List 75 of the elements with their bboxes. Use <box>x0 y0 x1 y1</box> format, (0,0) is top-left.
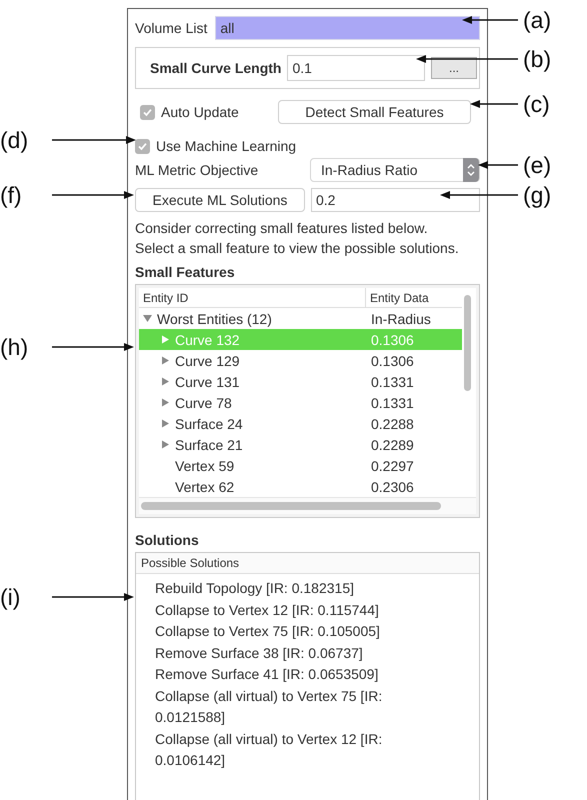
field-label: Small Curve Length <box>150 60 282 76</box>
tree-row[interactable]: Curve 78 0.1331 <box>139 392 462 414</box>
curve-length-field[interactable]: 0.1 <box>287 55 425 81</box>
checkbox[interactable] <box>140 104 155 120</box>
solution-item[interactable]: Collapse to Vertex 12 [IR: 0.115744] <box>155 600 429 621</box>
entity-data: In-Radius <box>371 310 431 327</box>
annotation-label: (e) <box>523 152 552 178</box>
arrow <box>478 161 518 169</box>
solution-item[interactable]: Collapse (all virtual) to Vertex 12 [IR: 0.0106142] <box>155 728 429 772</box>
checkbox-label: Auto Update <box>161 104 239 120</box>
entity-data: 0.2288 <box>371 416 414 432</box>
scrollbar[interactable] <box>141 502 441 510</box>
metric-dropdown[interactable]: In-Radius Ratio <box>310 158 480 182</box>
section-title: Small Features <box>135 263 236 282</box>
entity-data: 0.1306 <box>371 352 414 369</box>
checkbox-label: Use Machine Learning <box>156 138 296 154</box>
threshold-field[interactable]: 0.2 <box>311 188 480 212</box>
annotation-label: (c) <box>523 91 550 117</box>
annotation-label: (b) <box>523 46 552 72</box>
arrow <box>462 16 518 24</box>
checkbox[interactable] <box>135 138 150 154</box>
entity-id: Curve 129 <box>175 352 240 369</box>
volume-list-field[interactable]: all <box>215 16 480 40</box>
entity-data: 0.1331 <box>371 374 414 390</box>
scrollbar[interactable] <box>464 295 471 391</box>
entity-id: Curve 131 <box>175 374 240 390</box>
tree-row[interactable]: Vertex 62 0.2306 <box>139 476 462 497</box>
entity-id: Curve 132 <box>175 332 240 348</box>
tree-row[interactable]: Surface 21 0.2289 <box>139 434 462 456</box>
tree-row[interactable]: Surface 24 0.2288 <box>139 413 462 434</box>
detect-button[interactable]: Detect Small Features <box>278 100 471 124</box>
entity-id: Vertex 59 <box>175 458 234 474</box>
expanded-triangle-icon[interactable] <box>143 314 152 324</box>
collapsed-triangle-icon[interactable] <box>161 398 170 408</box>
solution-item[interactable]: Remove Surface 41 [IR: 0.0653509] <box>155 664 429 686</box>
collapsed-triangle-icon[interactable] <box>161 440 170 450</box>
column-header[interactable]: Entity Data <box>365 288 462 308</box>
tree-row[interactable]: Vertex 59 0.2297 <box>139 455 462 476</box>
entity-id: Vertex 62 <box>175 478 234 495</box>
collapsed-triangle-icon[interactable] <box>161 335 170 344</box>
entity-id: Curve 78 <box>175 394 232 411</box>
solution-item[interactable]: Rebuild Topology [IR: 0.182315] <box>155 578 429 600</box>
column-header[interactable]: Entity ID <box>139 288 365 308</box>
solution-item[interactable]: Collapse (all virtual) to Vertex 75 [IR: 0.0121588] <box>155 686 429 728</box>
entity-data: 0.1331 <box>371 394 414 411</box>
collapsed-triangle-icon[interactable] <box>161 377 170 386</box>
entity-data: 0.2297 <box>371 458 414 474</box>
collapsed-triangle-icon[interactable] <box>161 419 170 428</box>
entity-id: Surface 24 <box>175 416 243 432</box>
annotation-label: (g) <box>523 182 552 208</box>
solution-item[interactable]: Remove Surface 38 [IR: 0.06737] <box>155 642 429 664</box>
annotation-label: (d) <box>0 127 30 153</box>
execute-button[interactable]: Execute ML Solutions <box>135 188 305 212</box>
annotation-label: (f) <box>0 182 23 208</box>
entity-data: 0.2306 <box>371 478 414 495</box>
collapsed-triangle-icon[interactable] <box>161 356 170 366</box>
entity-data: 0.1306 <box>371 332 414 348</box>
entity-id: Worst Entities (12) <box>157 310 272 327</box>
annotation-label: (h) <box>0 334 30 360</box>
annotation-label: (i) <box>0 584 22 610</box>
arrow <box>470 100 518 108</box>
entity-id: Surface 21 <box>175 436 243 453</box>
tree-row[interactable]: Curve 131 0.1331 <box>139 371 462 392</box>
section-title: Solutions <box>135 531 200 550</box>
annotation-label: (a) <box>523 7 552 33</box>
column-header[interactable]: Possible Solutions <box>136 553 479 574</box>
instructions-text: Consider correcting small features listed below. Select a small feature to view the possible solutions. <box>135 219 460 258</box>
solution-item[interactable]: Collapse to Vertex 75 [IR: 0.105005] <box>155 621 429 642</box>
tree-row[interactable]: Worst Entities (12) In-Radius <box>139 308 462 330</box>
entity-data: 0.2289 <box>371 436 414 453</box>
field-label: Volume List <box>135 20 208 36</box>
stepper-icon <box>463 158 479 182</box>
tree-row[interactable]: Curve 129 0.1306 <box>139 350 462 372</box>
field-label: ML Metric Objective <box>135 162 258 178</box>
browse-button[interactable]: ... <box>431 57 477 79</box>
